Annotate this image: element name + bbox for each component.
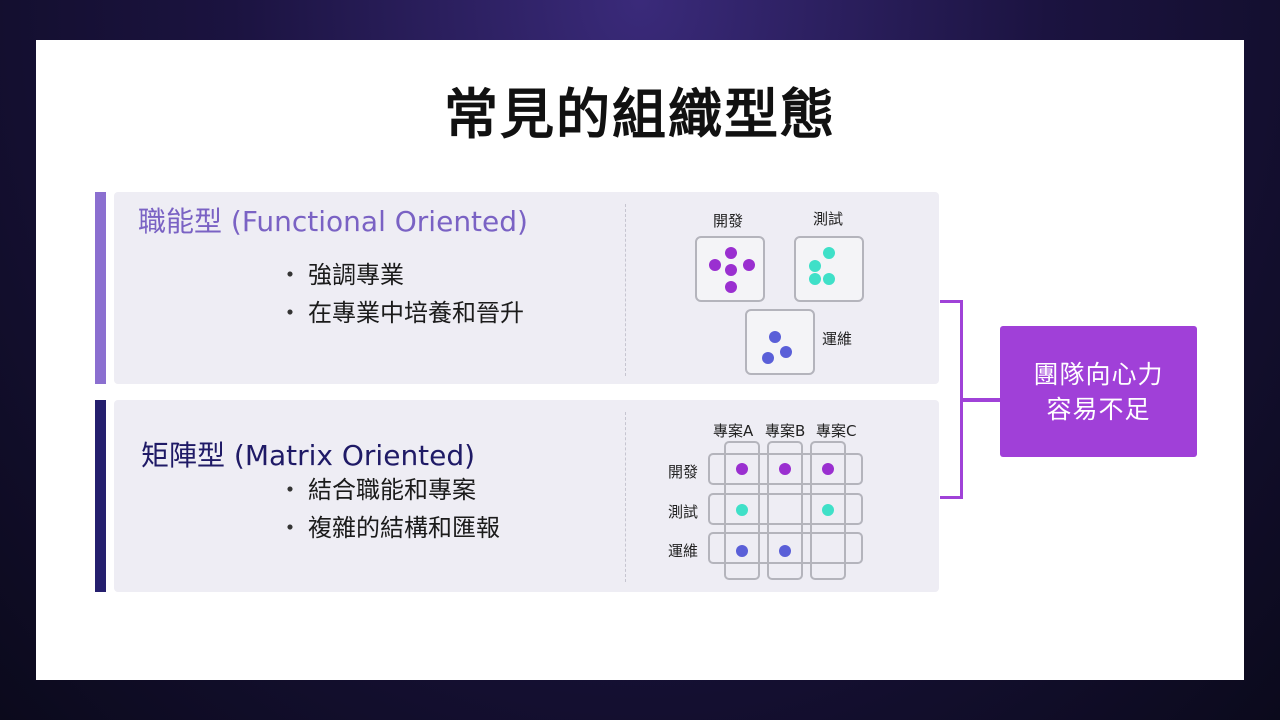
dev-member-dot — [709, 259, 721, 271]
ops-member-dot — [736, 545, 748, 557]
matrix-column-label: 專案C — [816, 422, 857, 440]
test-member-dot — [736, 504, 748, 516]
ops-member-dot — [780, 346, 792, 358]
functional-bullet: 強調專業 — [278, 256, 524, 294]
matrix-row-label: 測試 — [668, 503, 699, 521]
callout-line: 團隊向心力 — [1033, 359, 1164, 389]
functional-divider — [625, 204, 626, 376]
ops-member-dot — [779, 545, 791, 557]
dev-member-dot — [743, 259, 755, 271]
test-label: 測試 — [813, 210, 844, 228]
matrix-heading: 矩陣型 (Matrix Oriented) — [141, 439, 476, 472]
functional-bullets: 強調專業 在專業中培養和晉升 — [278, 256, 524, 332]
matrix-bullet: 複雜的結構和匯報 — [278, 509, 500, 547]
matrix-divider — [625, 412, 626, 582]
matrix-column-label: 專案A — [713, 422, 754, 440]
page-title: 常見的組織型態 — [444, 83, 836, 146]
bracket-stem — [962, 398, 1000, 402]
dev-team-box — [695, 236, 765, 302]
callout-line: 容易不足 — [1046, 394, 1151, 424]
matrix-column-label: 專案B — [765, 422, 806, 440]
matrix-bullet: 結合職能和專案 — [278, 471, 500, 509]
matrix-row-label: 運維 — [668, 542, 699, 560]
test-member-dot — [823, 247, 835, 259]
dev-member-dot — [736, 463, 748, 475]
dev-member-dot — [725, 264, 737, 276]
ops-member-dot — [769, 331, 781, 343]
function-row — [708, 493, 863, 525]
bracket-connector — [940, 300, 963, 499]
test-team-box — [794, 236, 864, 302]
matrix-row-label: 開發 — [668, 463, 699, 481]
ops-label: 運維 — [822, 330, 853, 348]
test-member-dot — [823, 273, 835, 285]
test-member-dot — [809, 260, 821, 272]
matrix-accent-bar — [95, 400, 106, 592]
functional-heading: 職能型 (Functional Oriented) — [138, 205, 528, 238]
ops-team-box — [745, 309, 815, 375]
dev-label: 開發 — [713, 212, 744, 230]
dev-member-dot — [779, 463, 791, 475]
test-member-dot — [809, 273, 821, 285]
dev-member-dot — [725, 281, 737, 293]
matrix-bullets: 結合職能和專案 複雜的結構和匯報 — [278, 471, 500, 547]
ops-member-dot — [762, 352, 774, 364]
functional-bullet: 在專業中培養和晉升 — [278, 294, 524, 332]
dev-member-dot — [822, 463, 834, 475]
test-member-dot — [822, 504, 834, 516]
functional-accent-bar — [95, 192, 106, 384]
callout-box: 團隊向心力 容易不足 — [1000, 326, 1197, 457]
dev-member-dot — [725, 247, 737, 259]
